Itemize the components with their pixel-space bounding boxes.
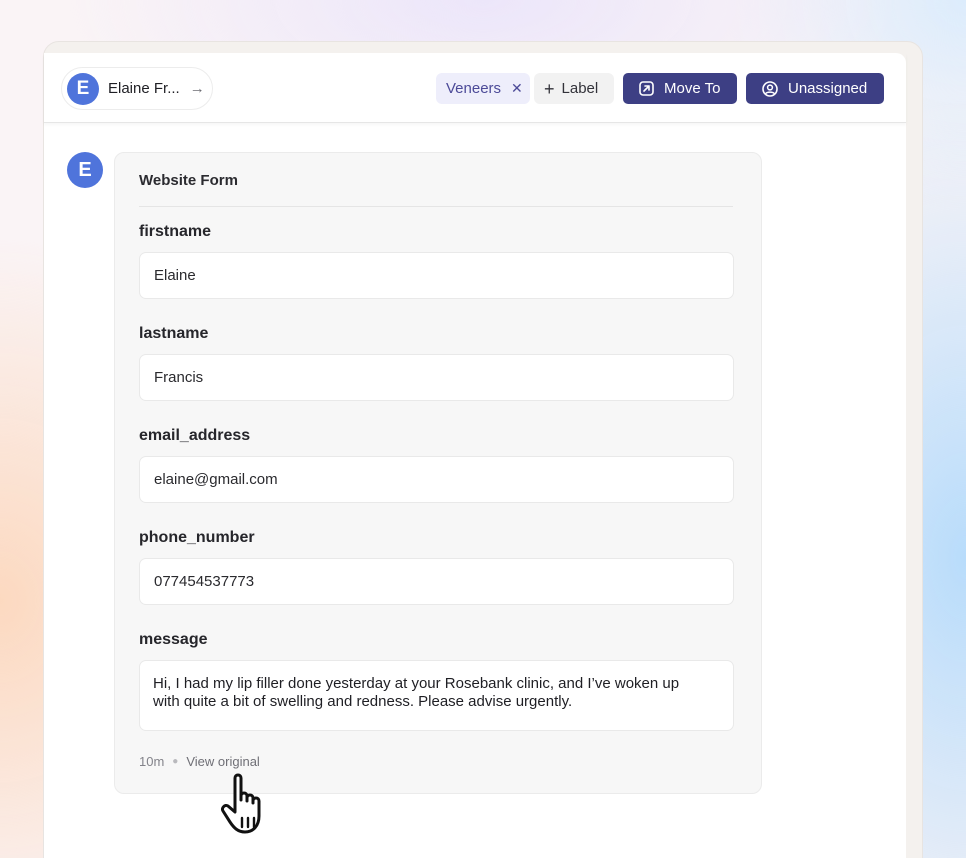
assignee-button[interactable]: Unassigned xyxy=(746,73,884,104)
field-value-firstname: Elaine xyxy=(139,252,734,299)
field-label-phone: phone_number xyxy=(139,529,255,546)
field-label-firstname: firstname xyxy=(139,223,212,240)
move-to-icon xyxy=(639,81,654,96)
field-label-email: email_address xyxy=(139,427,251,444)
field-value-email: elaine@gmail.com xyxy=(139,456,734,503)
contact-name: Elaine Fr... xyxy=(108,80,180,97)
arrow-right-icon: → xyxy=(189,80,205,97)
separator-dot: ● xyxy=(172,756,179,767)
website-form-message: Website Form firstname Elaine lastname F… xyxy=(114,152,762,794)
conversation-header: E Elaine Fr... → Veneers ✕ + Label Move … xyxy=(44,53,906,123)
tag-veneers: Veneers ✕ xyxy=(436,73,530,104)
user-circle-icon xyxy=(762,80,778,97)
move-to-button[interactable]: Move To xyxy=(623,73,737,104)
timestamp: 10m xyxy=(139,754,165,769)
conversation-window: E Elaine Fr... → Veneers ✕ + Label Move … xyxy=(44,53,906,858)
hand-pointer-icon xyxy=(221,773,261,834)
message-meta: 10m ● View original xyxy=(139,754,260,769)
divider xyxy=(139,206,733,207)
plus-icon: + xyxy=(544,78,555,99)
move-to-label: Move To xyxy=(664,80,721,97)
tag-label: Veneers xyxy=(446,80,502,97)
field-value-lastname: Francis xyxy=(139,354,734,401)
assignee-label: Unassigned xyxy=(788,80,868,97)
sender-avatar: E xyxy=(67,152,103,188)
field-label-lastname: lastname xyxy=(139,325,209,342)
contact-chip[interactable]: E Elaine Fr... → xyxy=(61,67,213,110)
view-original-link[interactable]: View original xyxy=(186,754,259,769)
contact-avatar: E xyxy=(67,72,99,105)
field-label-message: message xyxy=(139,631,208,648)
field-value-message: Hi, I had my lip filler done yesterday a… xyxy=(139,660,734,731)
close-icon[interactable]: ✕ xyxy=(511,80,523,97)
field-value-phone: 077454537773 xyxy=(139,558,734,605)
add-label-button[interactable]: + Label xyxy=(534,73,614,104)
add-label-text: Label xyxy=(561,80,599,97)
form-title: Website Form xyxy=(139,172,238,189)
